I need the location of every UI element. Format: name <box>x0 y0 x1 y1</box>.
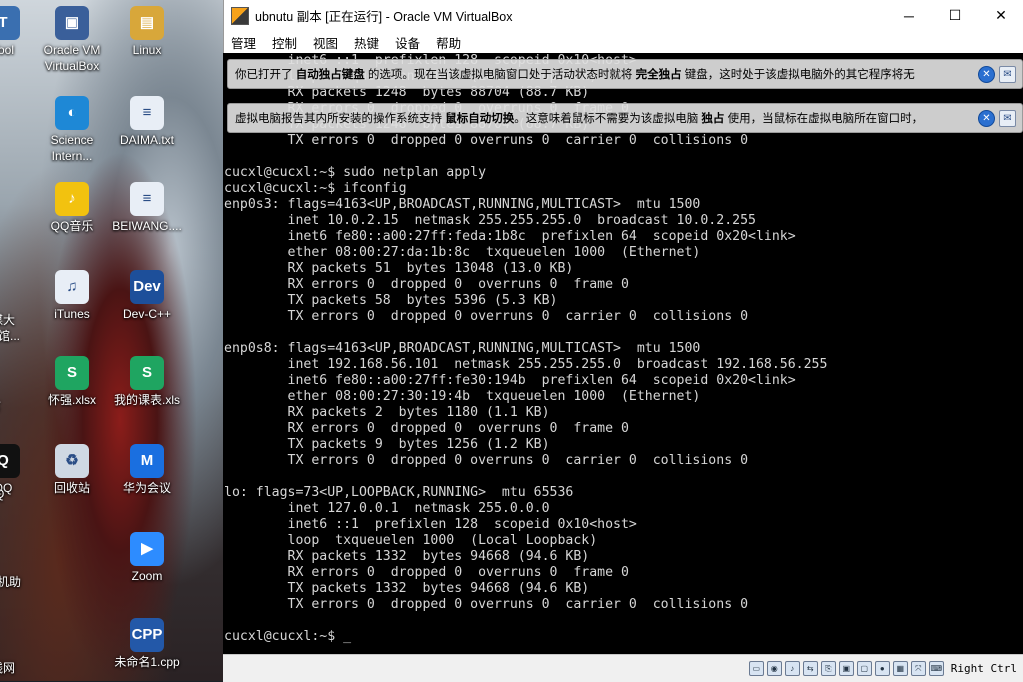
hdd-icon[interactable]: ▭ <box>748 661 764 676</box>
close-button[interactable]: ✕ <box>978 0 1023 31</box>
desktop-icon[interactable]: S 我的课表.xls <box>104 356 190 408</box>
desktop-icon[interactable]: ≡ DAIMA.txt <box>104 96 190 148</box>
desktop-icon[interactable]: ▣ Oracle VM VirtualBox <box>29 6 115 74</box>
desktop-icon[interactable]: M 华为会议 <box>104 444 190 496</box>
app-icon: ≡ <box>130 182 164 216</box>
notice-mute-icon[interactable]: ✉ <box>999 109 1016 127</box>
desktop-icon-label: 未命名1.cpp <box>114 655 180 669</box>
app-icon: S <box>130 356 164 390</box>
vm-console[interactable]: inet6 ::1 prefixlen 128 scopeid 0x10<hos… <box>223 53 1023 654</box>
app-icon: ≡ <box>130 96 164 130</box>
app-icon: Q <box>0 444 20 478</box>
desktop-icon[interactable]: Dev Dev-C++ <box>104 270 190 322</box>
mouse-integration-notice: 虚拟电脑报告其内所安装的操作系统支持 鼠标自动切换。这意味着鼠标不需要为该虚拟电… <box>227 103 1023 133</box>
desktop-icon-label: Linux <box>132 43 162 57</box>
menu-hotkeys[interactable]: 热键 <box>354 33 379 52</box>
video-capture-icon[interactable]: ● <box>874 661 890 676</box>
desktop: TTool▣Oracle VM VirtualBox▤Linux◐Science… <box>0 0 223 681</box>
desktop-icon-label[interactable]: 媒大 <box>0 312 28 328</box>
virtualbox-app-icon <box>231 6 249 25</box>
notice-close-icon[interactable]: ✕ <box>978 65 995 83</box>
notice-close-icon[interactable]: ✕ <box>978 109 995 127</box>
desktop-icon[interactable]: ≡ BEIWANG.... <box>104 182 190 234</box>
keyboard-capture-notice: 你已打开了 自动独占键盘 的选项。现在当该虚拟电脑窗口处于活动状态时就将 完全独… <box>227 59 1023 89</box>
keyboard-icon[interactable]: ⌨ <box>928 661 944 676</box>
app-icon: Dev <box>130 270 164 304</box>
network-icon[interactable]: ⇆ <box>802 661 818 676</box>
audio-icon[interactable]: ♪ <box>784 661 800 676</box>
desktop-icon-label: QQ音乐 <box>50 219 94 233</box>
desktop-icon[interactable]: ♫ iTunes <box>29 270 115 322</box>
app-icon: ♪ <box>55 182 89 216</box>
desktop-icon[interactable]: ◐ Science Intern... <box>29 96 115 164</box>
terminal-output: inet6 ::1 prefixlen 128 scopeid 0x10<hos… <box>224 53 828 644</box>
notice-mute-icon[interactable]: ✉ <box>999 65 1016 83</box>
desktop-icon[interactable]: CPP 未命名1.cpp <box>104 618 190 670</box>
desktop-icon[interactable]: S 怀强.xlsx <box>29 356 115 408</box>
app-icon: S <box>55 356 89 390</box>
desktop-icon-label: Science Intern... <box>50 133 94 163</box>
notice-text: 你已打开了 自动独占键盘 的选项。现在当该虚拟电脑窗口处于活动状态时就将 完全独… <box>235 69 915 81</box>
cpu-icon[interactable]: ▦ <box>892 661 908 676</box>
menu-devices[interactable]: 设备 <box>395 33 420 52</box>
desktop-icon-label: 我的课表.xls <box>113 393 180 407</box>
desktop-icon-label: BEIWANG.... <box>112 219 182 233</box>
desktop-icon-label: Zoom <box>131 569 163 583</box>
title-bar[interactable]: ubnutu 副本 [正在运行] - Oracle VM VirtualBox … <box>223 0 1023 31</box>
window-title: ubnutu 副本 [正在运行] - Oracle VM VirtualBox <box>255 10 513 24</box>
maximize-button[interactable]: ☐ <box>932 0 978 31</box>
menu-manage[interactable]: 管理 <box>231 33 256 52</box>
desktop-icon-label[interactable]: 器馆... <box>0 328 28 344</box>
menu-bar: 管理 控制 视图 热键 设备 帮助 <box>223 31 1023 53</box>
desktop-icon-label[interactable]: 言 <box>0 398 20 414</box>
optical-icon[interactable]: ◉ <box>766 661 782 676</box>
menu-view[interactable]: 视图 <box>313 33 338 52</box>
app-icon: ▤ <box>130 6 164 40</box>
desktop-icon-label[interactable]: QQ <box>0 486 20 502</box>
app-icon: ♫ <box>55 270 89 304</box>
app-icon: ◐ <box>55 96 89 130</box>
desktop-icon[interactable]: ▶ Zoom <box>104 532 190 584</box>
menu-control[interactable]: 控制 <box>272 33 297 52</box>
desktop-icon[interactable]: ♪ QQ音乐 <box>29 182 115 234</box>
virtualbox-window: ubnutu 副本 [正在运行] - Oracle VM VirtualBox … <box>223 0 1023 682</box>
desktop-icon[interactable]: ▤ Linux <box>104 6 190 58</box>
host-key-label: Right Ctrl <box>950 662 1017 675</box>
app-icon: ♻ <box>55 444 89 478</box>
usb-icon[interactable]: ⎘ <box>820 661 836 676</box>
minimize-button[interactable]: ─ <box>886 0 932 31</box>
app-icon: ▶ <box>130 532 164 566</box>
desktop-icon-label: iTunes <box>54 307 90 321</box>
app-icon: T <box>0 6 20 40</box>
desktop-icon-label: Dev-C++ <box>122 307 172 321</box>
desktop-icon-label: Oracle VM VirtualBox <box>43 43 101 73</box>
desktop-icon-label[interactable]: 线网 <box>0 660 28 676</box>
menu-help[interactable]: 帮助 <box>436 33 461 52</box>
desktop-icon-label: 华为会议 <box>122 481 171 495</box>
desktop-icon-label: 怀强.xlsx <box>47 393 96 407</box>
status-bar: ▭ ◉ ♪ ⇆ ⎘ ▣ ▢ ● ▦ ⤧ ⌨ Right Ctrl <box>223 654 1023 682</box>
desktop-icon-label: DAIMA.txt <box>119 133 174 147</box>
app-icon: CPP <box>130 618 164 652</box>
shared-folder-icon[interactable]: ▣ <box>838 661 854 676</box>
notice-text: 虚拟电脑报告其内所安装的操作系统支持 鼠标自动切换。这意味着鼠标不需要为该虚拟电… <box>235 113 924 125</box>
desktop-icon-label[interactable]: 手机助 <box>0 574 28 590</box>
app-icon: ▣ <box>55 6 89 40</box>
mouse-integration-icon[interactable]: ⤧ <box>910 661 926 676</box>
display-icon[interactable]: ▢ <box>856 661 872 676</box>
app-icon: M <box>130 444 164 478</box>
